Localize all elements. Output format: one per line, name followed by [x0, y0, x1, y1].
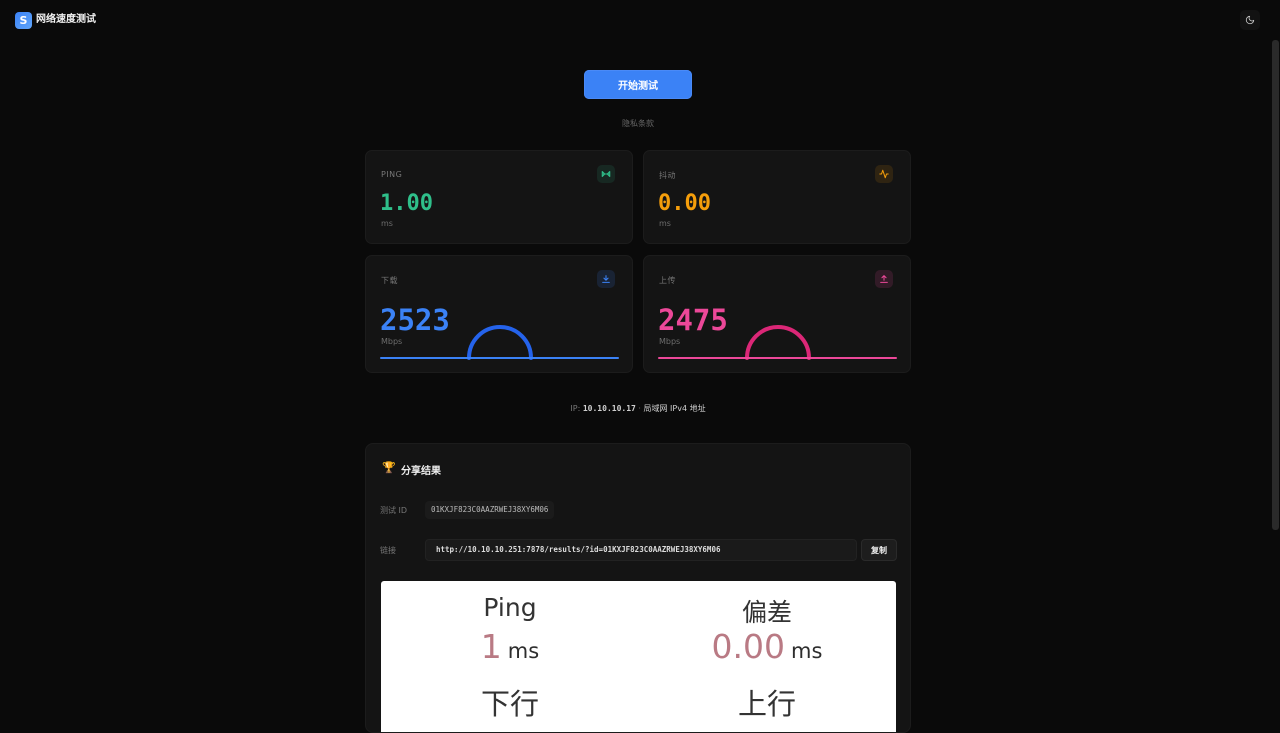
upload-card: 上传 2475 Mbps — [643, 255, 911, 373]
ip-separator: · — [638, 404, 641, 413]
download-card: 下载 2523 Mbps — [365, 255, 633, 373]
ip-address: 10.10.10.17 — [582, 404, 636, 413]
copy-button[interactable]: 复制 — [861, 539, 897, 561]
app-title[interactable]: 网络速度测试 — [36, 12, 96, 27]
result-image: Ping 1 ms 偏差 0.00 ms 下行 上行 — [381, 581, 896, 732]
privacy-link[interactable]: 隐私条款 — [0, 118, 1276, 129]
share-link-field[interactable]: http://10.10.10.251:7878/results/?id=01K… — [425, 539, 857, 561]
result-download-label: 下行 — [480, 687, 540, 721]
test-id-label: 测试 ID — [380, 506, 408, 515]
result-jitter-value: 0.00 ms — [712, 627, 823, 666]
moon-icon — [1245, 15, 1255, 25]
activity-icon — [875, 165, 893, 183]
upload-icon — [875, 270, 893, 288]
result-ping-number: 1 — [480, 627, 502, 666]
app-logo[interactable]: S — [15, 12, 32, 29]
download-unit: Mbps — [381, 337, 403, 346]
jitter-unit: ms — [659, 219, 671, 228]
result-ping-unit: ms — [507, 639, 540, 663]
upload-label: 上传 — [659, 276, 676, 285]
download-gauge — [467, 325, 533, 360]
share-results-panel: 🏆 分享结果 测试 ID 01KXJF823C0AAZRWEJ38XY6M06 … — [365, 443, 911, 733]
result-jitter-unit: ms — [791, 639, 823, 663]
result-ping-value: 1 ms — [481, 627, 539, 666]
test-id-value[interactable]: 01KXJF823C0AAZRWEJ38XY6M06 — [425, 501, 555, 519]
ping-value: 1.00 — [380, 191, 433, 216]
ping-unit: ms — [381, 219, 393, 228]
download-value: 2523 — [380, 303, 450, 337]
upload-gauge — [745, 325, 811, 360]
download-label: 下载 — [381, 276, 398, 285]
result-upload-label: 上行 — [737, 687, 797, 721]
upload-unit: Mbps — [659, 337, 681, 346]
ip-info: IP: 10.10.10.17 · 局域网 IPv4 地址 — [0, 403, 1276, 414]
ping-icon — [597, 165, 615, 183]
ip-prefix: IP: — [570, 404, 581, 413]
top-bar: S 网络速度测试 — [0, 0, 1280, 40]
upload-progress-bar — [658, 357, 897, 359]
jitter-label: 抖动 — [659, 171, 676, 180]
start-test-button[interactable]: 开始测试 — [584, 70, 692, 99]
download-progress-bar — [380, 357, 619, 359]
upload-value: 2475 — [658, 303, 728, 337]
share-title: 分享结果 — [401, 466, 441, 477]
jitter-value: 0.00 — [658, 191, 711, 216]
result-ping-label: Ping — [483, 593, 537, 622]
ip-network: 局域网 IPv4 地址 — [643, 404, 706, 413]
trophy-icon: 🏆 — [382, 461, 396, 474]
result-jitter-label: 偏差 — [741, 598, 793, 627]
download-icon — [597, 270, 615, 288]
ping-card: PING 1.00 ms — [365, 150, 633, 244]
theme-toggle-button[interactable] — [1240, 10, 1260, 30]
result-jitter-number: 0.00 — [711, 627, 786, 666]
ping-label: PING — [381, 170, 403, 179]
scrollbar[interactable] — [1272, 40, 1279, 530]
link-label: 链接 — [380, 546, 396, 555]
jitter-card: 抖动 0.00 ms — [643, 150, 911, 244]
